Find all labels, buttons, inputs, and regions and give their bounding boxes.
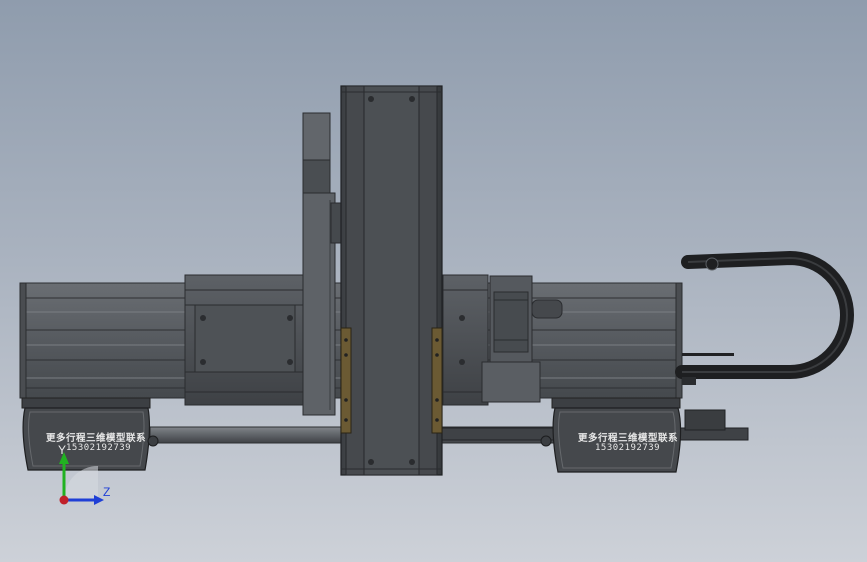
z-axis-flange — [302, 112, 342, 416]
right-block-label: 更多行程三维模型联系 — [578, 433, 679, 444]
triad-z-label: Z — [103, 485, 111, 499]
vertical-z-axis — [340, 85, 443, 476]
cad-viewport[interactable]: 更多行程三维模型联系 15302192739 更多行程三维模型联系 153021… — [0, 0, 867, 562]
left-block-phone: 15302192739 — [66, 443, 132, 453]
left-block-label: 更多行程三维模型联系 — [46, 433, 147, 444]
cable-carrier — [675, 250, 854, 385]
right-block-phone: 15302192739 — [595, 443, 661, 453]
triad-y-label: Y — [58, 443, 67, 457]
model-drawing — [19, 85, 854, 505]
